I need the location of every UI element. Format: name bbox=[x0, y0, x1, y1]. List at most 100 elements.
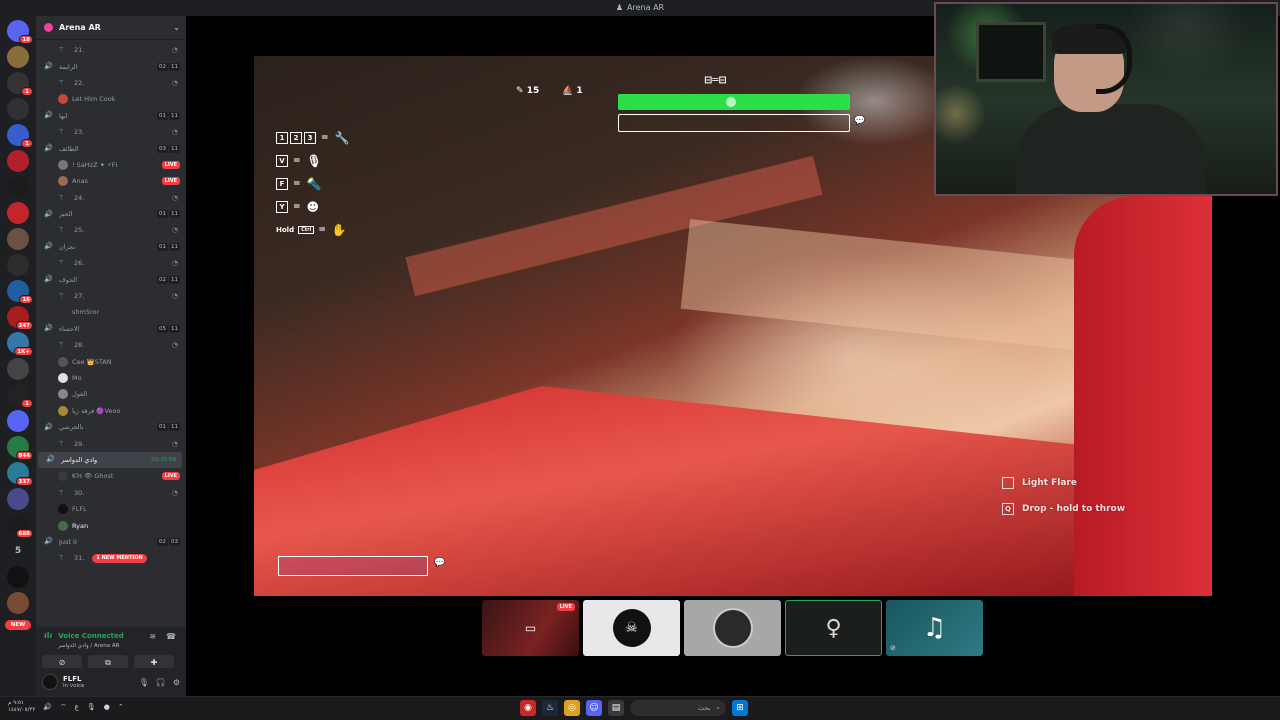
mention-badge[interactable]: 1 NEW MENTION bbox=[92, 553, 147, 563]
discord-icon[interactable]: ☺ bbox=[586, 700, 602, 716]
voice-channel[interactable]: 🔊 Just II 02 03 bbox=[36, 534, 186, 550]
tile-figure[interactable]: ♀ bbox=[785, 600, 882, 656]
server-icon[interactable] bbox=[7, 592, 29, 614]
app-icon[interactable]: ◉ bbox=[520, 700, 536, 716]
server-icon[interactable] bbox=[7, 358, 29, 380]
chat-icon[interactable]: ◔ bbox=[172, 259, 178, 267]
chat-icon[interactable]: ◔ bbox=[172, 46, 178, 54]
file-explorer-icon[interactable]: ▤ bbox=[608, 700, 624, 716]
server-icon[interactable]: 1 bbox=[7, 72, 33, 96]
server-icon[interactable]: 688 bbox=[7, 514, 33, 538]
server-icon[interactable] bbox=[7, 176, 29, 198]
new-badge[interactable]: NEW bbox=[5, 620, 31, 630]
server-icon[interactable] bbox=[7, 202, 29, 224]
tile-skull[interactable]: ☠ bbox=[583, 600, 680, 656]
home-button[interactable]: 18 bbox=[7, 20, 33, 44]
guild-header[interactable]: Arena AR ⌄ bbox=[36, 16, 186, 40]
server-icon[interactable] bbox=[7, 488, 29, 510]
wifi-icon[interactable]: ⌔ bbox=[60, 703, 67, 712]
game-chat-input[interactable] bbox=[278, 556, 428, 576]
voice-channel[interactable]: 🔊 الطائف 03 11 bbox=[36, 140, 186, 156]
language-indicator[interactable]: ع bbox=[75, 703, 79, 711]
server-icon[interactable] bbox=[7, 566, 29, 588]
text-thread[interactable]: ⚚ 22. ◔ bbox=[36, 75, 186, 91]
voice-channel[interactable]: 🔊 ابها 01 11 bbox=[36, 108, 186, 124]
tile-avatar[interactable] bbox=[684, 600, 781, 656]
voice-channel[interactable]: 🔊 الخبر 01 11 bbox=[36, 206, 186, 222]
avatar bbox=[58, 176, 68, 187]
clock[interactable]: ٩:٥١ م ١٤٤٧/٠٥/٢٢ bbox=[8, 700, 35, 714]
server-icon[interactable]: 247 bbox=[7, 306, 33, 330]
text-thread[interactable]: ⚚ 26. ◔ bbox=[36, 255, 186, 271]
server-icon[interactable] bbox=[7, 46, 29, 68]
avatar[interactable] bbox=[42, 674, 58, 690]
server-icon[interactable]: 944 bbox=[7, 436, 33, 460]
chevron-up-icon[interactable]: ⌃ bbox=[118, 703, 124, 711]
chat-icon[interactable]: ◔ bbox=[172, 226, 178, 234]
text-thread[interactable]: ⚚ 29. ◔ bbox=[36, 435, 186, 451]
voice-location[interactable]: وادي الدواسر / Arena AR bbox=[58, 643, 119, 649]
server-icon[interactable]: 1 bbox=[7, 124, 33, 148]
volume-icon[interactable]: 🔊 bbox=[43, 703, 52, 711]
text-thread[interactable]: ⚚ 25. ◔ bbox=[36, 222, 186, 238]
voice-user[interactable]: Anas LIVE bbox=[36, 173, 186, 189]
voice-user[interactable]: ! SaHzZ ✦ ⚡FI LIVE bbox=[36, 157, 186, 173]
voice-user[interactable]: FLFL bbox=[36, 501, 186, 517]
server-icon[interactable]: 16 bbox=[7, 280, 33, 304]
voice-channel[interactable]: 🔊 نجران 01 11 bbox=[36, 239, 186, 255]
chat-icon[interactable]: ◔ bbox=[172, 79, 178, 87]
chat-icon[interactable]: ◔ bbox=[172, 440, 178, 448]
headset-icon[interactable]: 🎧 bbox=[156, 678, 166, 687]
chat-icon[interactable]: ◔ bbox=[172, 489, 178, 497]
text-thread[interactable]: ⚚ 28. ◔ bbox=[36, 337, 186, 353]
windows-start-icon[interactable]: ⊞ bbox=[732, 700, 748, 716]
voice-user[interactable]: Ryan bbox=[36, 517, 186, 533]
text-thread[interactable]: ⚚ 23. ◔ bbox=[36, 124, 186, 140]
chat-bubble-icon: 💬 bbox=[854, 116, 866, 126]
disconnect-icon[interactable]: ☎ bbox=[166, 632, 176, 641]
voice-channel[interactable]: 🔊 الرايمة 02 11 bbox=[36, 58, 186, 74]
server-icon[interactable] bbox=[7, 254, 29, 276]
text-thread[interactable]: ⚚ 30. ◔ bbox=[36, 485, 186, 501]
text-thread[interactable]: ⚚ 21. ◔ bbox=[36, 42, 186, 58]
chevron-down-icon[interactable]: ⌄ bbox=[173, 23, 180, 32]
chat-icon[interactable]: ◔ bbox=[172, 341, 178, 349]
server-icon[interactable] bbox=[7, 98, 29, 120]
gear-icon[interactable]: ⚙ bbox=[173, 678, 180, 687]
steam-icon[interactable]: ♨ bbox=[542, 700, 558, 716]
voice-user[interactable]: Mo bbox=[36, 370, 186, 386]
voice-user[interactable]: shm5ror bbox=[36, 304, 186, 320]
red-object bbox=[1074, 196, 1212, 596]
chat-icon[interactable]: ◔ bbox=[172, 292, 178, 300]
voice-user[interactable]: الغول bbox=[36, 386, 186, 402]
server-icon[interactable]: 1 bbox=[7, 384, 33, 408]
noise-suppression-icon[interactable]: ≋ bbox=[149, 632, 156, 641]
server-icon[interactable]: 1K+ bbox=[7, 332, 33, 356]
voice-user[interactable]: Cee 👑STAN bbox=[36, 353, 186, 369]
text-thread[interactable]: ⚚ 27. ◔ bbox=[36, 288, 186, 304]
voice-user[interactable]: Let Him Cook bbox=[36, 91, 186, 107]
tile-music[interactable]: ♫ ⊘ bbox=[886, 600, 983, 656]
server-folder[interactable]: 5 bbox=[7, 540, 29, 562]
tile-game-stream[interactable]: LIVE ▭ bbox=[482, 600, 579, 656]
voice-channel[interactable]: 🔊 الاحساء 05 11 bbox=[36, 321, 186, 337]
server-icon[interactable] bbox=[7, 228, 29, 250]
text-thread[interactable]: ⚚ 24. ◔ bbox=[36, 190, 186, 206]
chat-icon[interactable]: ◔ bbox=[172, 194, 178, 202]
microphone-icon[interactable]: 🎙 bbox=[87, 703, 96, 711]
chat-icon[interactable]: ◔ bbox=[172, 128, 178, 136]
server-icon[interactable] bbox=[7, 410, 29, 432]
voice-channel[interactable]: 🔊 وادي الدواسر 00:35:59 bbox=[38, 451, 182, 469]
server-icon[interactable] bbox=[7, 150, 29, 172]
text-thread[interactable]: ⚚ 31. 1 NEW MENTION bbox=[36, 550, 186, 566]
voice-user[interactable]: ΚΉ 👁 Ghost LIVE bbox=[36, 468, 186, 484]
search-input[interactable]: بحث ⌕ bbox=[630, 700, 726, 716]
chrome-icon[interactable]: ◎ bbox=[564, 700, 580, 716]
server-icon[interactable]: 337 bbox=[7, 462, 33, 486]
voice-channel[interactable]: 🔊 الجوف 02 11 bbox=[36, 271, 186, 287]
voice-channel[interactable]: 🔊 بالجرشي 01 11 bbox=[36, 419, 186, 435]
app-tray-icon[interactable]: ● bbox=[104, 703, 110, 711]
voice-status[interactable]: ılı Voice Connected bbox=[44, 631, 124, 640]
voice-user[interactable]: فرقة زيا 🟣Veoo bbox=[36, 403, 186, 419]
microphone-icon[interactable]: 🎙 bbox=[139, 678, 149, 687]
